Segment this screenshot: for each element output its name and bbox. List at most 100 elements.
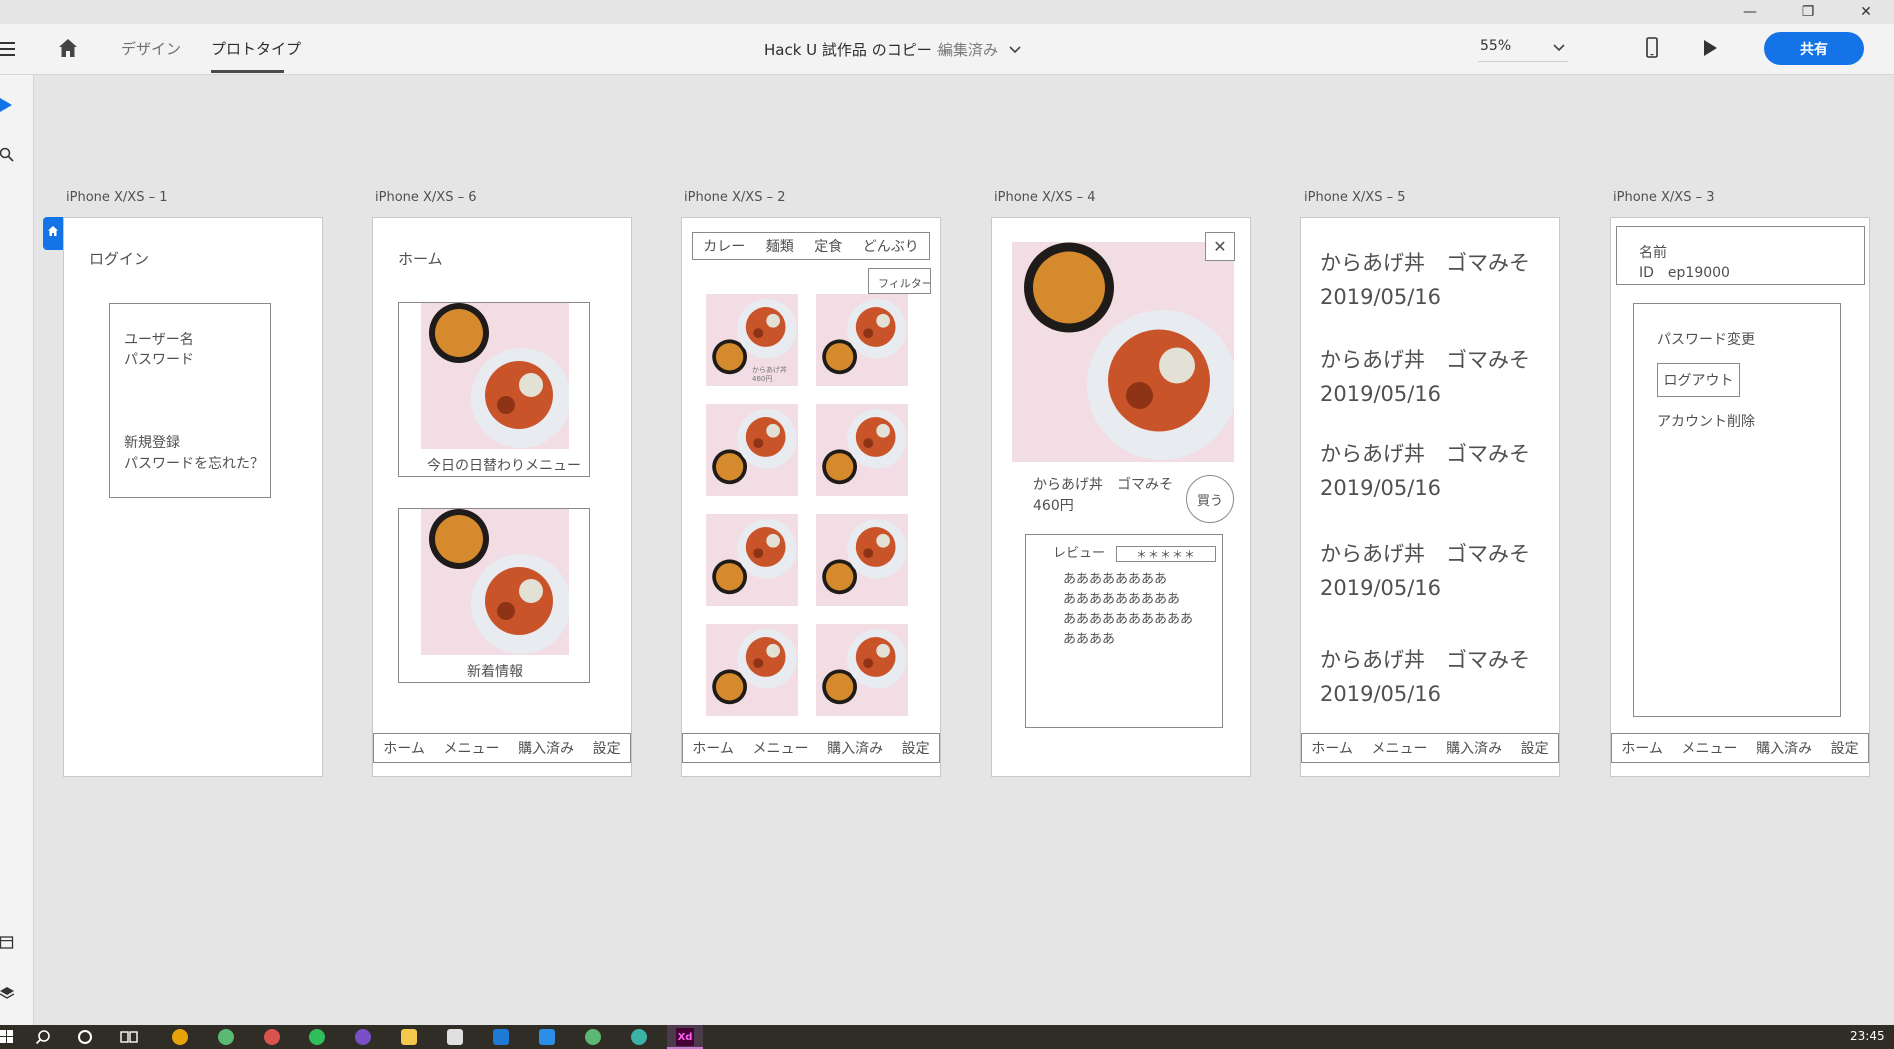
tab-design[interactable]: デザイン <box>121 38 181 59</box>
adobe-xd-taskbar-button[interactable]: Xd <box>667 1025 703 1049</box>
maximize-button[interactable]: ❐ <box>1780 0 1836 24</box>
minimize-button[interactable]: — <box>1722 0 1778 24</box>
menu-item-thumbnail[interactable] <box>816 624 908 716</box>
history-entry[interactable]: からあげ丼 ゴマみそ 2019/05/16 <box>1320 246 1530 314</box>
tab-menu[interactable]: メニュー <box>752 738 808 758</box>
menu-item-thumbnail[interactable] <box>816 294 908 386</box>
preview-play-button[interactable] <box>1700 37 1720 59</box>
app-icon[interactable] <box>355 1029 371 1045</box>
history-entry[interactable]: からあげ丼 ゴマみそ 2019/05/16 <box>1320 343 1530 411</box>
tab-purchased[interactable]: 購入済み <box>827 738 883 758</box>
item-name: からあげ丼 ゴマみそ <box>1033 477 1173 493</box>
artboard-history[interactable]: からあげ丼 ゴマみそ 2019/05/16 からあげ丼 ゴマみそ 2019/05… <box>1300 217 1560 777</box>
hamburger-menu-button[interactable] <box>0 40 16 58</box>
home-button[interactable] <box>57 37 79 59</box>
artboard-settings[interactable]: 名前 ID ep19000 パスワード変更 ログアウト アカウント削除 ホーム … <box>1610 217 1870 777</box>
daily-menu-card[interactable]: 今日の日替わりメニュー <box>398 302 590 477</box>
logout-button[interactable]: ログアウト <box>1657 363 1740 397</box>
home-icon <box>59 39 77 57</box>
artboard-login[interactable]: ログイン ユーザー名 パスワード 新規登録 パスワードを忘れた？ <box>63 217 323 777</box>
tab-menu[interactable]: メニュー <box>443 738 499 758</box>
app-icon[interactable] <box>585 1029 601 1045</box>
tab-menu[interactable]: メニュー <box>1371 738 1427 758</box>
windows-start-icon[interactable] <box>0 1030 14 1044</box>
artboard-label[interactable]: iPhone X/XS – 4 <box>994 190 1096 205</box>
menu-item-thumbnail[interactable] <box>816 404 908 496</box>
artboard-label[interactable]: iPhone X/XS – 2 <box>684 190 786 205</box>
tab-home[interactable]: ホーム <box>1621 738 1663 758</box>
forgot-password-link[interactable]: パスワードを忘れた？ <box>124 453 264 473</box>
device-preview-button[interactable] <box>1643 36 1661 60</box>
assets-panel-button[interactable] <box>0 935 14 949</box>
active-tab-indicator <box>211 70 284 73</box>
task-view-icon[interactable] <box>120 1029 138 1045</box>
vscode-icon[interactable] <box>539 1029 555 1045</box>
edge-icon[interactable] <box>493 1029 509 1045</box>
buy-button[interactable]: 買う <box>1186 475 1234 523</box>
app-icon[interactable] <box>631 1029 647 1045</box>
tab-settings[interactable]: 設定 <box>593 738 621 758</box>
tab-purchased[interactable]: 購入済み <box>518 738 574 758</box>
password-field[interactable]: パスワード <box>124 349 194 369</box>
category-noodles[interactable]: 麺類 <box>766 236 794 256</box>
change-password-link[interactable]: パスワード変更 <box>1657 329 1755 349</box>
news-card[interactable]: 新着情報 <box>398 508 590 683</box>
filter-button[interactable]: フィルター <box>868 268 931 294</box>
category-curry[interactable]: カレー <box>703 236 745 256</box>
artboard-detail[interactable]: ✕ からあげ丼 ゴマみそ 460円 買う レビュー ＊＊＊＊＊ ああああああああ… <box>991 217 1251 777</box>
select-tool-button[interactable] <box>0 97 14 113</box>
tab-home[interactable]: ホーム <box>1311 738 1353 758</box>
delete-account-link[interactable]: アカウント削除 <box>1657 411 1755 431</box>
thumb-name: からあげ丼 <box>752 366 787 374</box>
category-set-meal[interactable]: 定食 <box>814 236 842 256</box>
zoom-dropdown[interactable]: 55% <box>1478 35 1568 62</box>
minimize-icon: — <box>1743 4 1757 20</box>
category-donburi[interactable]: どんぶり <box>863 236 919 256</box>
tab-settings[interactable]: 設定 <box>1521 738 1549 758</box>
layers-panel-button[interactable] <box>0 985 15 999</box>
app-icon[interactable] <box>218 1029 234 1045</box>
artboard-label[interactable]: iPhone X/XS – 6 <box>375 190 477 205</box>
artboard-label[interactable]: iPhone X/XS – 5 <box>1304 190 1406 205</box>
register-link[interactable]: 新規登録 <box>124 432 180 452</box>
tab-prototype[interactable]: プロトタイプ <box>211 38 301 59</box>
page-title: ホーム <box>398 250 443 268</box>
food-image <box>1012 242 1234 462</box>
menu-item-thumbnail[interactable] <box>706 514 798 606</box>
history-entry[interactable]: からあげ丼 ゴマみそ 2019/05/16 <box>1320 437 1530 505</box>
tab-purchased[interactable]: 購入済み <box>1446 738 1502 758</box>
username-field[interactable]: ユーザー名 <box>124 329 194 349</box>
left-toolbar <box>0 75 34 1025</box>
artboard-label[interactable]: iPhone X/XS – 1 <box>66 190 168 205</box>
app-icon[interactable] <box>264 1029 280 1045</box>
artboard-menu[interactable]: カレー 麺類 定食 どんぶり フィルター からあげ丼 460円 ホーム メニュー … <box>681 217 941 777</box>
document-status[interactable]: 編集済み <box>938 39 1021 60</box>
review-line: あああああああああ <box>1063 592 1181 607</box>
tab-home[interactable]: ホーム <box>383 738 425 758</box>
history-entry[interactable]: からあげ丼 ゴマみそ 2019/05/16 <box>1320 643 1530 711</box>
history-entry[interactable]: からあげ丼 ゴマみそ 2019/05/16 <box>1320 537 1530 605</box>
store-icon[interactable] <box>447 1029 463 1045</box>
tab-settings[interactable]: 設定 <box>1831 738 1859 758</box>
cortana-icon[interactable] <box>77 1029 93 1045</box>
tab-settings[interactable]: 設定 <box>902 738 930 758</box>
tab-purchased[interactable]: 購入済み <box>1756 738 1812 758</box>
chrome-icon[interactable] <box>172 1029 188 1045</box>
close-button[interactable]: ✕ <box>1205 232 1235 261</box>
line-icon[interactable] <box>309 1029 325 1045</box>
home-screen-marker[interactable] <box>43 217 63 250</box>
zoom-tool-button[interactable] <box>0 147 16 163</box>
menu-item-thumbnail[interactable] <box>706 624 798 716</box>
star-rating[interactable]: ＊＊＊＊＊ <box>1116 546 1216 562</box>
close-window-button[interactable]: ✕ <box>1838 0 1894 24</box>
artboard-label[interactable]: iPhone X/XS – 3 <box>1613 190 1715 205</box>
tab-home[interactable]: ホーム <box>692 738 734 758</box>
document-title[interactable]: Hack U 試作品 のコピー — <box>764 39 951 60</box>
file-explorer-icon[interactable] <box>401 1029 417 1045</box>
tab-menu[interactable]: メニュー <box>1681 738 1737 758</box>
menu-item-thumbnail[interactable] <box>706 404 798 496</box>
menu-item-thumbnail[interactable] <box>816 514 908 606</box>
search-icon[interactable] <box>35 1029 51 1045</box>
share-button[interactable]: 共有 <box>1764 32 1864 65</box>
artboard-home[interactable]: ホーム 今日の日替わりメニュー 新着情報 ホーム メニュー 購入済み 設定 <box>372 217 632 777</box>
